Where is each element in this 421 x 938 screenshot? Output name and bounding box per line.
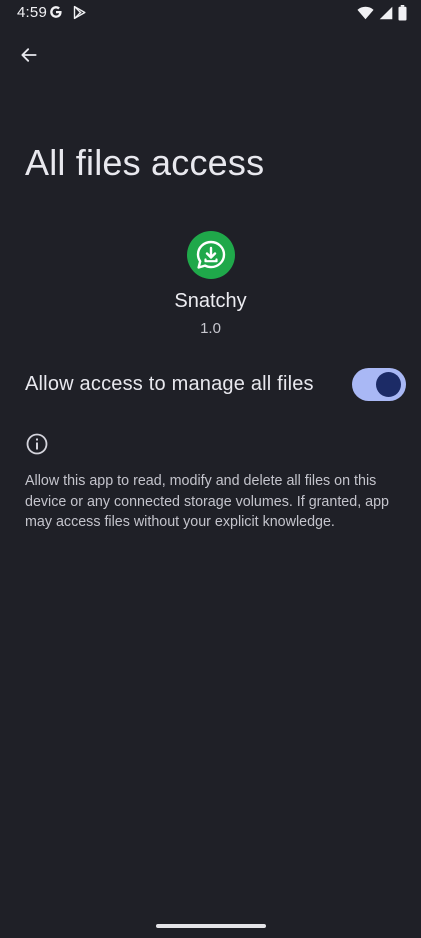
allow-all-files-label: Allow access to manage all files xyxy=(25,373,314,395)
app-version: 1.0 xyxy=(200,320,221,337)
signal-icon xyxy=(379,6,393,20)
page-title: All files access xyxy=(25,142,265,183)
navigation-handle[interactable] xyxy=(156,924,266,928)
battery-icon xyxy=(398,5,407,21)
status-icons xyxy=(357,5,407,21)
back-button[interactable] xyxy=(12,38,46,72)
status-time: 4:59 xyxy=(17,4,47,21)
allow-all-files-toggle[interactable] xyxy=(352,368,406,401)
allow-all-files-row[interactable]: Allow access to manage all files xyxy=(0,360,421,410)
toggle-thumb xyxy=(376,372,401,397)
google-g-icon xyxy=(50,6,62,18)
status-bar: 4:59 xyxy=(0,0,421,28)
play-store-icon xyxy=(73,5,86,20)
info-icon xyxy=(26,433,48,455)
app-icon xyxy=(187,231,235,279)
info-description: Allow this app to read, modify and delet… xyxy=(25,473,389,530)
app-name: Snatchy xyxy=(174,290,247,312)
download-icon xyxy=(196,240,226,269)
wifi-icon xyxy=(357,6,374,20)
arrow-back-icon xyxy=(21,48,37,62)
